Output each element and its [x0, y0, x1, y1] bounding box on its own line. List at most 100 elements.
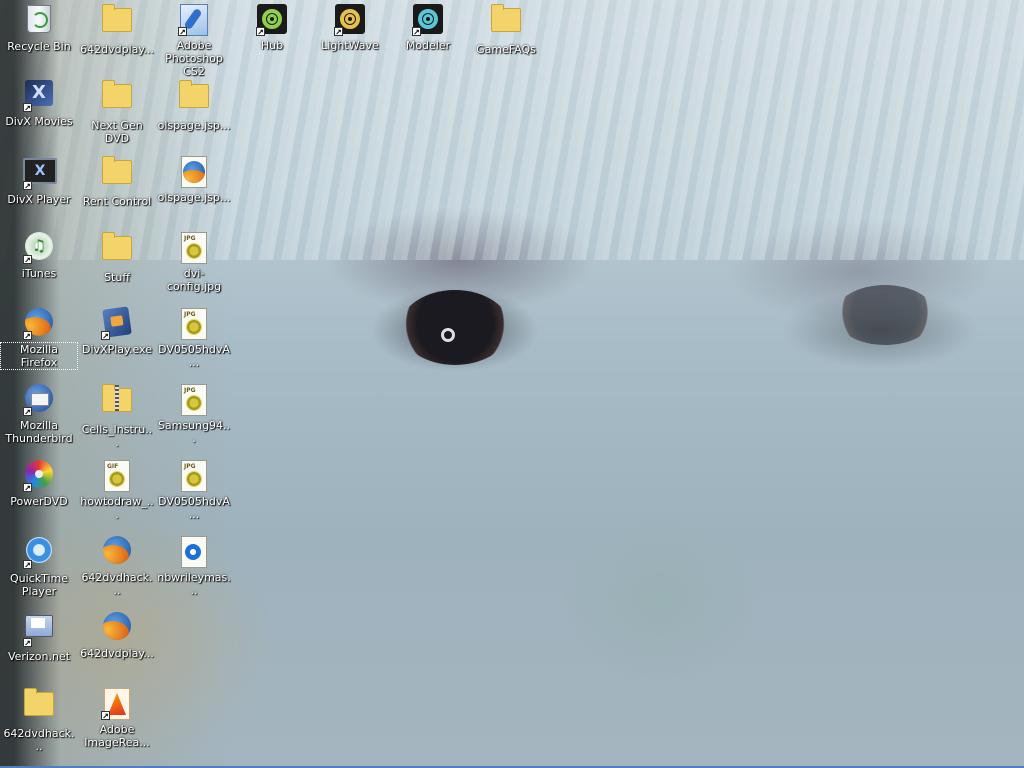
desktop-icon-dv0505hdva-jpg-1[interactable]: JPG DV0505hdvA...	[156, 306, 232, 380]
desktop-icon-next-gen-dvd[interactable]: Next Gen DVD	[79, 78, 155, 152]
recycle-bin-icon	[23, 5, 55, 37]
desktop-icon-label: DivX Movies	[5, 115, 73, 128]
file-type-tag: JPG	[184, 311, 196, 318]
desktop-icon-divx-player[interactable]: X DivX Player	[1, 154, 77, 228]
desktop-icon-label: QuickTime Player	[9, 572, 69, 598]
desktop-icon-divx-movies[interactable]: X DivX Movies	[1, 78, 77, 152]
file-type-tag: JPG	[184, 235, 196, 242]
folder-icon	[101, 156, 133, 192]
folder-icon	[490, 4, 522, 40]
desktop-icon-verizon-net[interactable]: Verizon.net	[1, 610, 77, 684]
desktop-icon-label: GameFAQs	[476, 43, 536, 56]
thunderbird-icon	[23, 384, 55, 417]
desktop-icon-hub[interactable]: Hub	[234, 2, 310, 76]
desktop-icon-label: howtodraw_...	[80, 495, 154, 521]
desktop-icon-label: Verizon.net	[7, 650, 71, 663]
jpg-file-icon: JPG	[178, 232, 210, 264]
desktop-icon-label: DivXPlay.exe	[82, 343, 152, 356]
desktop-icon-modeler[interactable]: Modeler	[390, 2, 466, 76]
folder-icon	[23, 688, 55, 724]
divx-movies-icon: X	[23, 80, 55, 113]
desktop-icon-label: nbwrileymas...	[157, 571, 231, 597]
wallpaper-eye-right	[835, 285, 935, 345]
lightwave-icon	[334, 4, 366, 37]
desktop-icon-label: Rent Control	[82, 195, 152, 208]
desktop-icon-olspage-folder[interactable]: olspage.jsp...	[156, 78, 232, 152]
desktop-icon-label: PowerDVD	[10, 495, 68, 508]
jpg-file-icon: JPG	[178, 308, 210, 340]
desktop-icon-label: olspage.jsp...	[157, 191, 231, 204]
desktop-icon-gamefaqs[interactable]: GameFAQs	[468, 2, 544, 76]
desktop-icon-rent-control[interactable]: Rent Control	[79, 154, 155, 228]
desktop-icon-label: Next Gen DVD	[91, 119, 143, 145]
desktop-icon-label: olspage.jsp...	[157, 119, 231, 132]
folder-icon	[101, 80, 133, 116]
desktop-icon-label: LightWave	[321, 39, 379, 52]
desktop-icon-label: DV0505hdvA...	[158, 495, 230, 521]
desktop-icon-quicktime-player[interactable]: QuickTime Player	[1, 534, 77, 608]
desktop-icon-label: Adobe ImageRea...	[84, 723, 150, 749]
file-type-tag: JPG	[184, 387, 196, 394]
desktop-icon-label: 642dvdplay...	[80, 647, 154, 660]
desktop-icon-powerdvd[interactable]: PowerDVD	[1, 458, 77, 532]
desktop-icon-label: Hub	[260, 39, 284, 52]
desktop-icon-olspage-html[interactable]: olspage.jsp...	[156, 154, 232, 228]
desktop-icon-label: Cells_Instru...	[81, 423, 153, 449]
imageready-icon	[101, 688, 133, 721]
desktop-icon-dv0505hdva-jpg-2[interactable]: JPG DV0505hdvA...	[156, 458, 232, 532]
media-player-file-icon	[178, 536, 210, 568]
desktop-icon-label: 642dvdhack...	[3, 727, 75, 753]
powerdvd-icon	[23, 460, 55, 493]
desktop-icon-label: iTunes	[21, 267, 57, 280]
desktop-icon-adobe-imageready[interactable]: Adobe ImageRea...	[79, 686, 155, 760]
desktop-icon-label: Stuff	[104, 271, 130, 284]
quicktime-icon	[23, 537, 55, 570]
firefox-document-icon	[101, 612, 133, 644]
verizon-icon	[23, 615, 55, 648]
folder-icon	[101, 232, 133, 268]
desktop-icon-label: Mozilla Thunderbird	[5, 419, 73, 445]
desktop-icon-divxplay-exe[interactable]: DivXPlay.exe	[79, 306, 155, 380]
desktop-icon-cells-instru-zip[interactable]: Cells_Instru...	[79, 382, 155, 456]
desktop-icon-nbwrileymas[interactable]: nbwrileymas...	[156, 534, 232, 608]
desktop-icon-642dvdhack-folder[interactable]: 642dvdhack...	[1, 686, 77, 760]
itunes-icon: ♫	[23, 232, 55, 265]
lightwave-hub-icon	[256, 4, 288, 37]
desktop-icon-dvi-config-jpg[interactable]: JPG dvi-config.jpg	[156, 230, 232, 304]
file-type-tag: GIF	[107, 463, 119, 470]
firefox-document-icon	[178, 156, 210, 188]
file-type-tag: JPG	[184, 463, 196, 470]
desktop-icon-mozilla-thunderbird[interactable]: Mozilla Thunderbird	[1, 382, 77, 456]
folder-icon	[101, 4, 133, 40]
desktop-icon-label: DivX Player	[7, 193, 71, 206]
divx-player-icon: X	[23, 158, 57, 191]
desktop-icon-recycle-bin[interactable]: Recycle Bin	[1, 2, 77, 76]
zip-folder-icon	[101, 384, 133, 420]
desktop-icon-642dvdplay-folder[interactable]: 642dvdplay...	[79, 2, 155, 76]
desktop-icon-samsung94-jpg[interactable]: JPG Samsung94...	[156, 382, 232, 456]
wallpaper-eye-left	[400, 290, 510, 365]
firefox-icon	[23, 308, 55, 341]
desktop-icon-label: Mozilla Firefox	[0, 342, 78, 370]
desktop-icon-label: dvi-config.jpg	[166, 267, 222, 293]
desktop-icon-adobe-photoshop-cs2[interactable]: Adobe Photoshop CS2	[156, 2, 232, 78]
desktop-icon-label: 642dvdhack...	[81, 571, 153, 597]
divxplay-exe-icon	[101, 306, 133, 341]
desktop-icon-itunes[interactable]: ♫ iTunes	[1, 230, 77, 304]
folder-icon	[178, 80, 210, 116]
lightwave-modeler-icon	[412, 4, 444, 37]
desktop-icon-mozilla-firefox[interactable]: Mozilla Firefox	[0, 306, 78, 380]
firefox-document-icon	[101, 536, 133, 568]
jpg-file-icon: JPG	[178, 384, 210, 416]
desktop-icon-label: Modeler	[405, 39, 451, 52]
desktop-icon-642dvdhack-html[interactable]: 642dvdhack...	[79, 534, 155, 608]
desktop-icon-label: DV0505hdvA...	[158, 343, 230, 369]
desktop-icon-label: 642dvdplay...	[80, 43, 154, 56]
desktop-icon-642dvdplay-html[interactable]: 642dvdplay...	[79, 610, 155, 684]
desktop-icon-stuff[interactable]: Stuff	[79, 230, 155, 304]
gif-file-icon: GIF	[101, 460, 133, 492]
desktop-icon-lightwave[interactable]: LightWave	[312, 2, 388, 76]
desktop-icon-howtodraw-gif[interactable]: GIF howtodraw_...	[79, 458, 155, 532]
desktop-icon-label: Recycle Bin	[7, 40, 71, 53]
jpg-file-icon: JPG	[178, 460, 210, 492]
